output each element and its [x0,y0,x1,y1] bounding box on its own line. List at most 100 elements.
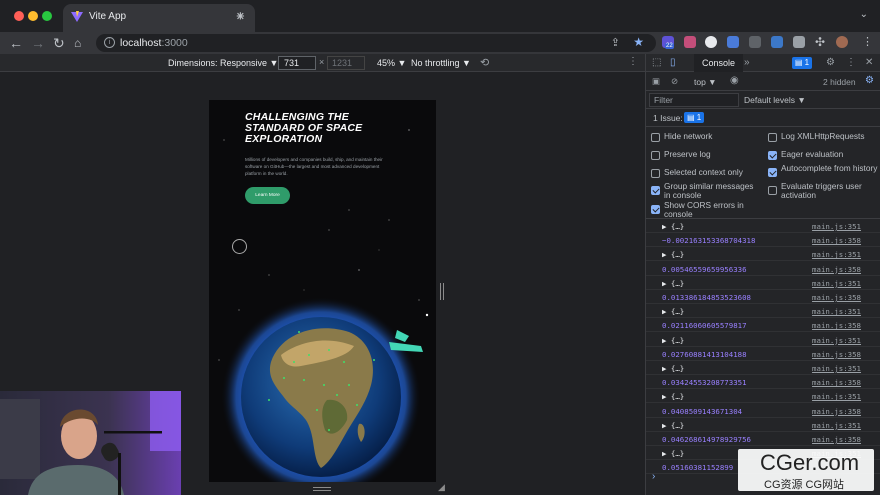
device-height-input[interactable]: 1231 [327,56,365,70]
profile-avatar[interactable] [836,36,848,48]
console-source-link[interactable]: main.js:351 [812,421,861,430]
clear-console-icon[interactable]: ⊘ [671,76,678,87]
sidebar-toggle-icon[interactable]: ▣ [652,76,660,87]
checkbox[interactable] [651,151,660,160]
extension-icon[interactable] [705,36,717,48]
live-expression-eye-icon[interactable]: ◉ [730,75,739,86]
zoom-dropdown[interactable]: 45% ▼ [377,58,406,68]
learn-more-button[interactable]: Learn More [245,187,290,204]
checkbox[interactable] [768,168,777,177]
device-toggle-icon[interactable]: ▯ [670,57,676,68]
setting-show-cors-errors[interactable]: Show CORS errors in console [651,201,761,219]
home-icon[interactable]: ⌂ [74,34,81,52]
forward-arrow-icon[interactable]: → [31,34,45,52]
setting-eager-evaluation[interactable]: Eager evaluation [768,150,843,160]
minimize-window-button[interactable] [28,11,38,21]
context-dropdown[interactable]: top ▼ [694,77,717,87]
setting-group-similar[interactable]: Group similar messages in console [651,182,761,200]
address-text[interactable]: localhost:3000 [120,37,188,49]
extension-icon[interactable] [771,36,783,48]
checkbox[interactable] [651,186,660,195]
extension-icon[interactable] [727,36,739,48]
issues-badge[interactable]: ▤ 1 [792,57,812,69]
console-object-value: ▶ {…} [662,250,685,260]
console-object-row[interactable]: ▶ {…} main.js:351 [646,247,880,262]
reload-icon[interactable]: ↻ [53,34,65,52]
settings-gear-icon[interactable]: ⚙ [826,57,835,68]
console-object-row[interactable]: ▶ {…} main.js:351 [646,219,880,233]
setting-autocomplete-from-history[interactable]: Autocomplete from history [768,164,878,177]
console-source-link[interactable]: main.js:358 [812,293,861,302]
inspect-element-icon[interactable]: ⬚ [652,57,661,68]
close-window-button[interactable] [14,11,24,21]
more-tabs-icon[interactable]: » [744,57,750,68]
vite-logo-icon [71,11,83,22]
issues-count-badge[interactable]: ▤ 1 [684,112,705,123]
setting-preserve-log[interactable]: Preserve log [651,150,711,160]
extension-icon[interactable] [684,36,696,48]
setting-log-xmlhttprequests[interactable]: Log XMLHttpRequests [768,132,864,142]
console-source-link[interactable]: main.js:351 [812,222,861,231]
devtools-close-icon[interactable]: ✕ [865,57,873,68]
setting-selected-context-only[interactable]: Selected context only [651,168,743,178]
console-source-link[interactable]: main.js:351 [812,336,861,345]
console-source-link[interactable]: main.js:358 [812,265,861,274]
tab-console[interactable]: Console [694,54,744,72]
console-source-link[interactable]: main.js:351 [812,364,861,373]
console-source-link[interactable]: main.js:358 [812,435,861,444]
dimensions-dropdown[interactable]: Dimensions: Responsive ▼ [168,58,278,68]
console-source-link[interactable]: main.js:351 [812,250,861,259]
console-settings-icon[interactable]: ⚙ [865,75,874,86]
console-source-link[interactable]: main.js:358 [812,350,861,359]
console-object-row[interactable]: ▶ {…} main.js:351 [646,333,880,347]
bookmark-star-icon[interactable]: ★ [633,35,644,49]
rotate-icon[interactable]: ⟲ [480,56,489,69]
device-more-icon[interactable]: ⋮ [628,56,638,67]
address-bar[interactable]: i localhost:3000 ⇪ ★ [96,34,656,52]
console-source-link[interactable]: main.js:358 [812,407,861,416]
console-source-link[interactable]: main.js:351 [812,307,861,316]
checkbox[interactable] [651,133,660,142]
maximize-window-button[interactable] [42,11,52,21]
extension-icon[interactable] [749,36,761,48]
log-levels-dropdown[interactable]: Default levels ▼ [744,95,806,105]
console-source-link[interactable]: main.js:351 [812,392,861,401]
console-prompt-icon[interactable]: › [652,471,655,482]
checkbox[interactable] [768,186,777,195]
console-source-link[interactable]: main.js:358 [812,378,861,387]
console-number-row: −0.002163153368704318 main.js:358 [646,233,880,248]
console-source-link[interactable]: main.js:351 [812,279,861,288]
console-source-link[interactable]: main.js:358 [812,321,861,330]
console-object-row[interactable]: ▶ {…} main.js:351 [646,276,880,290]
bottom-resize-handle[interactable] [313,487,331,491]
corner-resize-icon[interactable]: ◢ [438,482,445,493]
throttling-dropdown[interactable]: No throttling ▼ [411,58,471,68]
browser-menu-icon[interactable]: ⋮ [862,35,873,48]
checkbox[interactable] [768,133,777,142]
console-object-row[interactable]: ▶ {…} main.js:351 [646,389,880,404]
console-source-link[interactable]: main.js:358 [812,236,861,245]
console-object-row[interactable]: ▶ {…} main.js:351 [646,361,880,375]
issues-row[interactable]: 1 Issue: ▤ 1 [646,109,880,127]
checkbox[interactable] [651,205,660,214]
console-object-row[interactable]: ▶ {…} main.js:351 [646,418,880,432]
device-width-input[interactable]: 731 [278,56,316,70]
site-info-icon[interactable]: i [104,37,115,48]
devtools-more-icon[interactable]: ⋮ [846,57,856,68]
checkbox[interactable] [768,151,777,160]
tab-search-icon[interactable]: ⌄ [860,9,868,20]
setting-evaluate-triggers[interactable]: Evaluate triggers user activation [768,182,878,200]
browser-tab[interactable]: Vite App ✕ [63,4,255,32]
filter-input[interactable]: Filter [649,93,739,107]
checkbox[interactable] [651,169,660,178]
console-object-row[interactable]: ▶ {…} main.js:351 [646,304,880,319]
right-resize-handle[interactable] [440,283,444,300]
extensions-puzzle-icon[interactable]: ✣ [815,35,825,49]
console-number-row: 0.02116060605579817 main.js:358 [646,318,880,333]
extension-icon[interactable] [793,36,805,48]
back-arrow-icon[interactable]: ← [9,34,23,52]
setting-hide-network[interactable]: Hide network [651,132,712,142]
share-icon[interactable]: ⇪ [611,36,620,49]
cursor-ring-icon [232,239,247,254]
new-tab-button[interactable]: + [236,8,245,25]
